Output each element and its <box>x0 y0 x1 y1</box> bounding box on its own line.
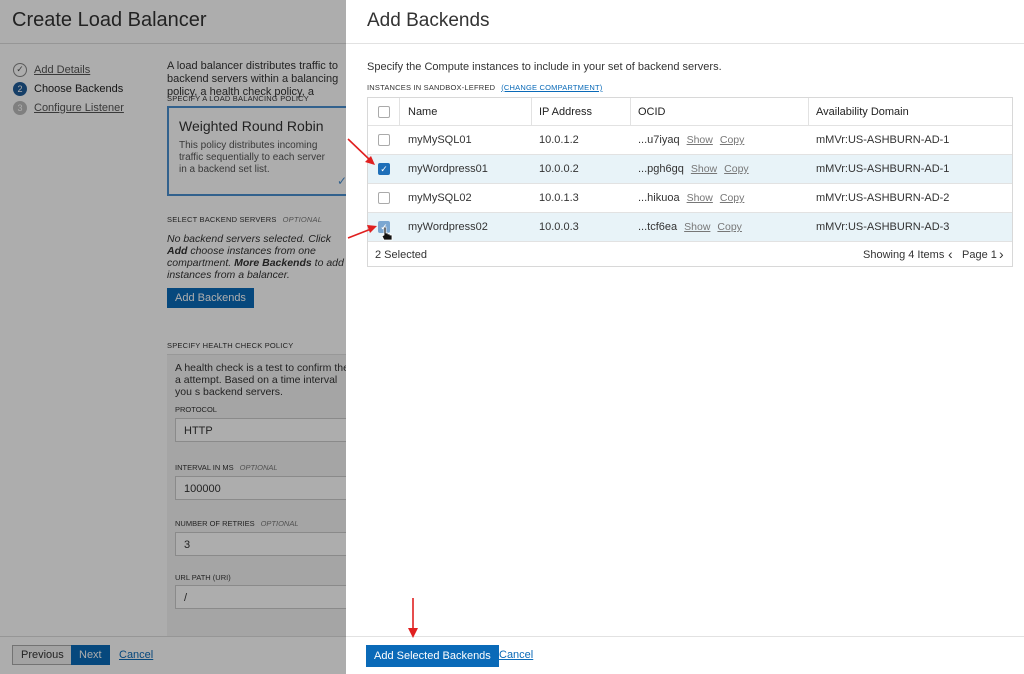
instance-availability-domain: mMVr:US-ASHBURN-AD-2 <box>816 192 950 204</box>
instance-name: myMySQL01 <box>408 134 472 146</box>
ocid-text: ...tcf6ea <box>638 221 678 233</box>
row-checkbox[interactable]: ✓ <box>378 213 390 241</box>
items-count: Showing 4 Items <box>863 249 945 261</box>
table-row[interactable]: ✓ myWordpress01 10.0.0.2 ...pgh6gq Show Co… <box>368 155 1012 184</box>
chevron-left-icon[interactable]: ‹ <box>948 246 953 262</box>
instance-ip: 10.0.1.3 <box>539 192 579 204</box>
show-ocid-link[interactable]: Show <box>687 192 713 204</box>
column-header-ocid[interactable]: OCID <box>638 98 666 125</box>
instance-availability-domain: mMVr:US-ASHBURN-AD-3 <box>816 221 950 233</box>
show-ocid-link[interactable]: Show <box>687 134 713 146</box>
add-backends-panel: Add Backends Specify the Compute instanc… <box>346 0 1024 674</box>
checkbox <box>378 105 390 118</box>
copy-ocid-link[interactable]: Copy <box>717 221 742 233</box>
copy-ocid-link[interactable]: Copy <box>724 163 749 175</box>
instance-name: myWordpress01 <box>408 163 488 175</box>
instances-table: Name IP Address OCID Availability Domain… <box>367 97 1013 267</box>
select-all-checkbox[interactable] <box>378 98 390 125</box>
row-checkbox[interactable]: ✓ <box>378 155 390 183</box>
panel-cancel-link[interactable]: Cancel <box>499 649 533 661</box>
show-ocid-link[interactable]: Show <box>684 221 710 233</box>
table-row[interactable]: myMySQL02 10.0.1.3 ...hikuoa Show Copy mMV… <box>368 184 1012 213</box>
table-header-row: Name IP Address OCID Availability Domain <box>368 98 1012 126</box>
column-header-availability-domain[interactable]: Availability Domain <box>816 98 909 125</box>
instance-ocid: ...tcf6ea Show Copy <box>638 213 742 241</box>
copy-ocid-link[interactable]: Copy <box>720 134 745 146</box>
instance-name: myWordpress02 <box>408 221 488 233</box>
ocid-text: ...hikuoa <box>638 192 680 204</box>
instance-ocid: ...u7iyaq Show Copy <box>638 126 744 154</box>
checkmark-icon: ✓ <box>378 163 390 175</box>
instances-label: INSTANCES IN SANDBOX-LEFRED (CHANGE COMPA… <box>367 83 602 92</box>
instance-ip: 10.0.0.3 <box>539 221 579 233</box>
ocid-text: ...pgh6gq <box>638 163 684 175</box>
checkbox <box>378 134 390 146</box>
chevron-right-icon[interactable]: › <box>999 246 1004 262</box>
panel-description: Specify the Compute instances to include… <box>367 61 722 73</box>
page-indicator: Page 1 <box>962 249 997 261</box>
checkmark-icon: ✓ <box>378 221 390 233</box>
row-checkbox[interactable] <box>378 184 390 212</box>
column-divider <box>808 98 809 126</box>
panel-title: Add Backends <box>367 10 490 31</box>
instance-ocid: ...pgh6gq Show Copy <box>638 155 749 183</box>
compartment-label: INSTANCES IN SANDBOX-LEFRED <box>367 83 496 92</box>
instance-ip: 10.0.1.2 <box>539 134 579 146</box>
modal-overlay[interactable] <box>0 0 346 674</box>
row-checkbox[interactable] <box>378 126 390 154</box>
instance-availability-domain: mMVr:US-ASHBURN-AD-1 <box>816 163 950 175</box>
selected-count: 2 Selected <box>375 249 427 261</box>
copy-ocid-link[interactable]: Copy <box>720 192 745 204</box>
column-divider <box>531 98 532 126</box>
table-footer: 2 Selected Showing 4 Items ‹ Page 1 › <box>368 242 1012 267</box>
panel-footer: Add Selected Backends Cancel <box>346 636 1024 674</box>
column-divider <box>399 98 400 126</box>
instance-name: myMySQL02 <box>408 192 472 204</box>
instance-availability-domain: mMVr:US-ASHBURN-AD-1 <box>816 134 950 146</box>
column-divider <box>630 98 631 126</box>
checkbox <box>378 192 390 204</box>
instance-ocid: ...hikuoa Show Copy <box>638 184 744 212</box>
ocid-text: ...u7iyaq <box>638 134 680 146</box>
table-row[interactable]: myMySQL01 10.0.1.2 ...u7iyaq Show Copy mMV… <box>368 126 1012 155</box>
table-row[interactable]: ✓ myWordpress02 10.0.0.3 ...tcf6ea Show Co… <box>368 213 1012 242</box>
column-header-name[interactable]: Name <box>408 98 437 125</box>
column-header-ip[interactable]: IP Address <box>539 98 592 125</box>
instance-ip: 10.0.0.2 <box>539 163 579 175</box>
show-ocid-link[interactable]: Show <box>691 163 717 175</box>
change-compartment-link[interactable]: (CHANGE COMPARTMENT) <box>501 83 602 92</box>
add-selected-backends-button[interactable]: Add Selected Backends <box>366 645 499 667</box>
panel-header-divider <box>346 43 1024 44</box>
